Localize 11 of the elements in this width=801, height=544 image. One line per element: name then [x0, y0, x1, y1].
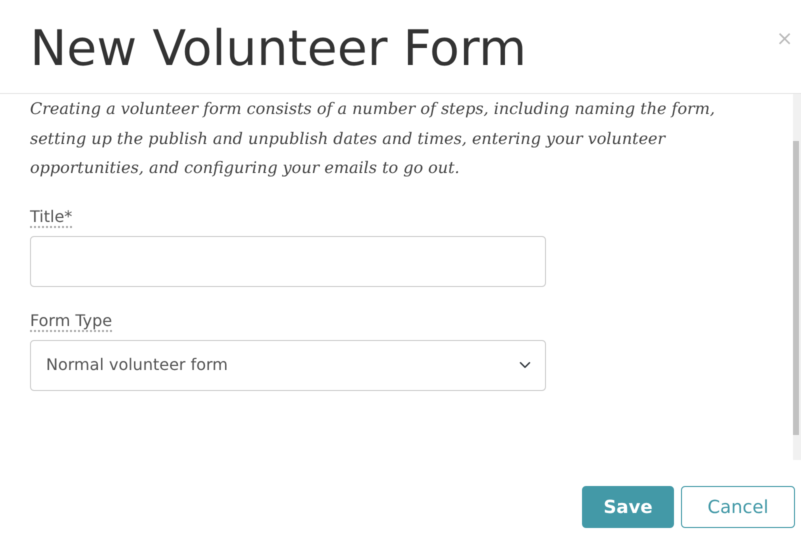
description-text: Creating a volunteer form consists of a number of steps, including naming the form, setting up the publish and unpublish dates and times, entering your volunteer opportunities, and configuring your emails to go out.	[30, 98, 716, 179]
title-input[interactable]	[30, 236, 546, 287]
scrollbar-thumb[interactable]	[793, 141, 799, 435]
field-label: Form Type	[30, 310, 112, 332]
cancel-button[interactable]: Cancel	[681, 486, 795, 528]
form-type-select[interactable]: Normal volunteer form	[30, 340, 546, 391]
close-button[interactable]: ×	[776, 28, 793, 48]
field-label: Title*	[30, 206, 72, 228]
scrollbar[interactable]	[793, 94, 801, 460]
dialog-title: New Volunteer Form	[30, 22, 527, 76]
save-button[interactable]: Save	[582, 486, 674, 528]
